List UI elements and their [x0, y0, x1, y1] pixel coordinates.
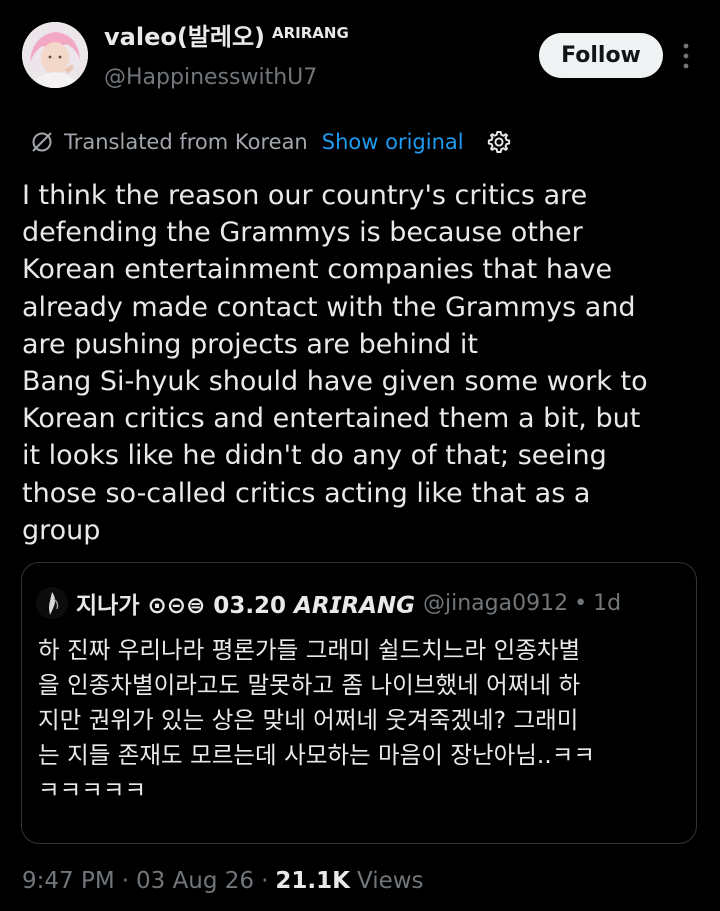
quote-text: 하 진짜 우리나라 평론가들 그래미 쉴드치느라 인종차별 을 인종차별이라고도…	[38, 633, 688, 808]
quote-author-name[interactable]: 지나가 ⊙⊝⊜ 03.20 𝘼𝙍𝙄𝙍𝘼𝙉𝙂	[76, 586, 415, 620]
meta-separator: ·	[261, 868, 269, 894]
tweet-text-line: group	[22, 514, 101, 546]
quote-text-line: 하 진짜 우리나라 평론가들 그래미 쉴드치느라 인종차별	[38, 636, 581, 664]
quote-text-line: ㅋㅋㅋㅋㅋ	[38, 776, 147, 804]
tweet-time[interactable]: 9:47 PM	[22, 868, 115, 894]
tweet-text-line: I think the reason our country's critics…	[22, 180, 588, 211]
profile-avatar-image	[22, 22, 88, 88]
tweet-text-line: it looks like he didn't do any of that; …	[22, 440, 607, 472]
author-avatar[interactable]	[22, 22, 88, 88]
author-display-name[interactable]: valeo(발레오)	[104, 22, 265, 52]
more-vertical-icon[interactable]	[676, 39, 696, 73]
author-name-line[interactable]: valeo(발레오) ARIRANG	[104, 22, 349, 52]
follow-button[interactable]: Follow	[539, 33, 663, 78]
tweet-text-line: Korean critics and entertained them a bi…	[22, 403, 641, 435]
quoted-tweet-card[interactable]: 지나가 ⊙⊝⊜ 03.20 𝘼𝙍𝙄𝙍𝘼𝙉𝙂 @jinaga0912 • 1d 하…	[21, 562, 697, 844]
tweet-text-line: Korean entertainment companies that have	[22, 254, 613, 286]
quote-author-handle[interactable]: @jinaga0912	[423, 591, 568, 616]
tweet-text-line: those so-called critics acting like that…	[22, 477, 591, 509]
quote-dot-separator: •	[574, 590, 588, 616]
tweet-text-line: Bang Si-hyuk should have given some work…	[22, 366, 648, 398]
meta-separator: ·	[121, 868, 129, 894]
show-original-link[interactable]: Show original	[322, 130, 464, 154]
quote-header: 지나가 ⊙⊝⊜ 03.20 𝘼𝙍𝙄𝙍𝘼𝙉𝙂 @jinaga0912 • 1d	[76, 586, 621, 620]
author-name-suffix: ARIRANG	[272, 24, 349, 42]
quote-text-line: 을 인종차별이라고도 말못하고 좀 나이브했네 어쩌네 하	[38, 671, 581, 699]
quote-text-line: 지만 권위가 있는 상은 맞네 어쩌네 웃겨죽겠네? 그래미	[38, 706, 579, 734]
tweet-text-line: already made contact with the Grammys an…	[22, 291, 636, 323]
quote-timestamp[interactable]: 1d	[593, 591, 621, 616]
gear-icon[interactable]	[486, 129, 512, 155]
views-label: Views	[356, 868, 424, 894]
tweet-text: I think the reason our country's critics…	[22, 177, 702, 549]
views-count[interactable]: 21.1K	[275, 868, 350, 894]
quote-text-line: 는 지들 존재도 모르는데 사모하는 마음이 장난아님..ㅋㅋ	[38, 741, 596, 769]
quote-author-avatar[interactable]	[36, 587, 68, 619]
tweet-date[interactable]: 03 Aug 26	[136, 868, 254, 894]
tweet-text-line: are pushing projects are behind it	[22, 328, 478, 360]
author-handle[interactable]: @HappinesswithU7	[104, 64, 317, 92]
translate-off-icon	[32, 132, 52, 152]
tweet-text-line: defending the Grammys is because other	[22, 217, 583, 249]
tweet-meta: 9:47 PM · 03 Aug 26 · 21.1K Views	[22, 868, 424, 894]
translation-bar: Translated from Korean Show original	[30, 126, 512, 158]
translated-label: Translated from Korean	[64, 130, 308, 154]
